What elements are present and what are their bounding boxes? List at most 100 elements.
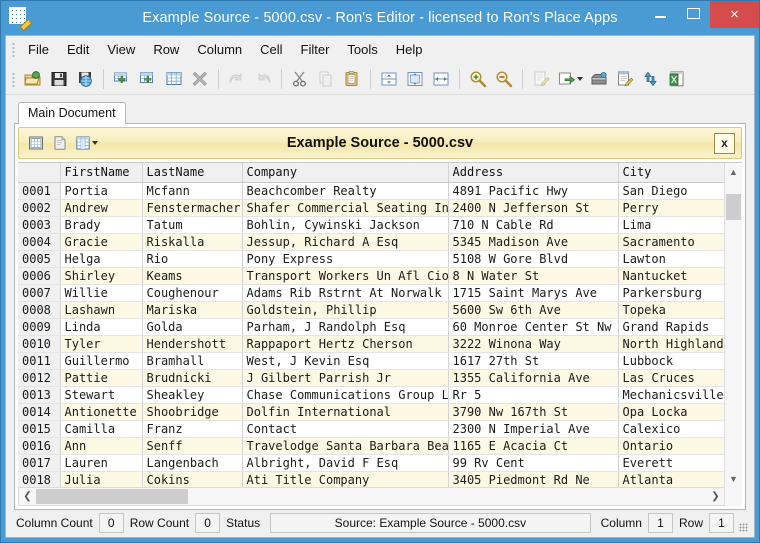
grid-cell[interactable]: Lima [618,216,724,233]
grid-cell[interactable]: Jessup, Richard A Esq [242,233,448,250]
table-row[interactable]: 0009LindaGoldaParham, J Randolph Esq60 M… [18,318,724,335]
table-icon[interactable] [162,67,186,91]
grid-cell[interactable]: Golda [142,318,242,335]
grid-cell[interactable]: Shafer Commercial Seating Inc [242,199,448,216]
grid-cell[interactable]: Perry [618,199,724,216]
fit-height-icon[interactable] [377,67,401,91]
grid-cell[interactable]: 3790 Nw 167th St [448,403,618,420]
table-row[interactable]: 0005HelgaRioPony Express5108 W Gore Blvd… [18,250,724,267]
menu-filter[interactable]: Filter [292,38,339,61]
grid-cell[interactable]: Opa Locka [618,403,724,420]
grid-cell[interactable]: 60 Monroe Center St Nw [448,318,618,335]
grid-cell[interactable]: Linda [60,318,142,335]
grid-cell[interactable]: Rio [142,250,242,267]
grid-cell[interactable]: 8 N Water St [448,267,618,284]
grid-scroll-area[interactable]: FirstName LastName Company Address City … [18,163,724,487]
save-disk-icon[interactable] [47,67,71,91]
undo-arrow-icon[interactable] [225,67,249,91]
row-header-cell[interactable]: 0002 [18,199,60,216]
menu-row[interactable]: Row [144,38,188,61]
table-row[interactable]: 0015CamillaFranzContact2300 N Imperial A… [18,420,724,437]
grid-cell[interactable]: Shoobridge [142,403,242,420]
scroll-up-arrow-icon[interactable]: ▲ [725,163,742,180]
menu-column[interactable]: Column [188,38,251,61]
minimize-button[interactable] [644,1,677,26]
grid-cell[interactable]: Coughenour [142,284,242,301]
menu-view[interactable]: View [98,38,144,61]
grid-cell[interactable]: Ontario [618,437,724,454]
grid-cell[interactable]: Lauren [60,454,142,471]
row-header-cell[interactable]: 0009 [18,318,60,335]
grid-cell[interactable]: San Diego [618,182,724,199]
grid-cell[interactable]: Ati Title Company [242,471,448,487]
grid-cell[interactable]: Brady [60,216,142,233]
grid-cell[interactable]: Adams Rib Rstrnt At Norwalk [242,284,448,301]
grid-cell[interactable]: Everett [618,454,724,471]
grid-cell[interactable]: Gracie [60,233,142,250]
grid-cell[interactable]: 1617 27th St [448,352,618,369]
grid-cell[interactable]: Nantucket [618,267,724,284]
table-row[interactable]: 0007WillieCoughenourAdams Rib Rstrnt At … [18,284,724,301]
menubar-grip[interactable] [12,42,15,57]
menu-cell[interactable]: Cell [251,38,291,61]
grid-cell[interactable]: 5600 Sw 6th Ave [448,301,618,318]
grid-cell[interactable]: Willie [60,284,142,301]
grid-cell[interactable]: Rappaport Hertz Cherson [242,335,448,352]
maximize-button[interactable] [677,1,710,26]
grid-cell[interactable]: Parham, J Randolph Esq [242,318,448,335]
grid-cell[interactable]: Antionette [60,403,142,420]
grid-cell[interactable]: J Gilbert Parrish Jr [242,369,448,386]
grid-cell[interactable]: Helga [60,250,142,267]
grid-cell[interactable]: Grand Rapids [618,318,724,335]
table-row[interactable]: 0013StewartSheakleyChase Communications … [18,386,724,403]
fit-page-icon[interactable] [403,67,427,91]
chevron-down-icon[interactable] [92,141,98,145]
row-header-cell[interactable]: 0005 [18,250,60,267]
grid-cell[interactable]: Albright, David F Esq [242,454,448,471]
row-header-cell[interactable]: 0012 [18,369,60,386]
delete-x-icon[interactable] [188,67,212,91]
grid-cell[interactable]: Dolfin International [242,403,448,420]
grid-cell[interactable]: 1165 E Acacia Ct [448,437,618,454]
grid-cell[interactable]: Topeka [618,301,724,318]
sort-updown-icon[interactable] [639,67,663,91]
row-header-cell[interactable]: 0001 [18,182,60,199]
grid-cell[interactable]: 2400 N Jefferson St [448,199,618,216]
zoom-in-icon[interactable] [466,67,490,91]
grid-cell[interactable]: Lashawn [60,301,142,318]
grid-cell[interactable]: Portia [60,182,142,199]
grid-cell[interactable]: Senff [142,437,242,454]
row-header-cell[interactable]: 0004 [18,233,60,250]
grid-cell[interactable]: 99 Rv Cent [448,454,618,471]
row-header-cell[interactable]: 0010 [18,335,60,352]
grid-cell[interactable]: Andrew [60,199,142,216]
grid-cell[interactable]: Mechanicsville [618,386,724,403]
insert-row-icon[interactable] [110,67,134,91]
grid-cell[interactable]: Contact [242,420,448,437]
edit-list-icon[interactable] [613,67,637,91]
grid-cell[interactable]: Mariska [142,301,242,318]
grid-cell[interactable]: Ann [60,437,142,454]
table-row[interactable]: 0017LaurenLangenbachAlbright, David F Es… [18,454,724,471]
grid-cell[interactable]: 710 N Cable Rd [448,216,618,233]
grid-cell[interactable]: Bramhall [142,352,242,369]
row-header-cell[interactable]: 0016 [18,437,60,454]
grid-cell[interactable]: 1715 Saint Marys Ave [448,284,618,301]
spreadsheet-icon[interactable] [665,67,689,91]
grid-cell[interactable]: 1355 California Ave [448,369,618,386]
save-as-globe-icon[interactable] [73,67,97,91]
copy-icon[interactable] [314,67,338,91]
grid-cell[interactable]: West, J Kevin Esq [242,352,448,369]
scroll-right-arrow-icon[interactable]: ❯ [707,488,724,505]
table-row[interactable]: 0012PattieBrudnickiJ Gilbert Parrish Jr1… [18,369,724,386]
menu-tools[interactable]: Tools [338,38,386,61]
export-icon[interactable] [555,67,585,91]
column-header-company[interactable]: Company [242,163,448,182]
grid-cell[interactable]: Stewart [60,386,142,403]
vertical-scroll-track[interactable] [725,180,742,470]
close-button[interactable]: × [710,1,759,28]
grid-cell[interactable]: 3405 Piedmont Rd Ne [448,471,618,487]
grid-cell[interactable]: Hendershott [142,335,242,352]
grid-cell[interactable]: Shirley [60,267,142,284]
package-icon[interactable] [587,67,611,91]
